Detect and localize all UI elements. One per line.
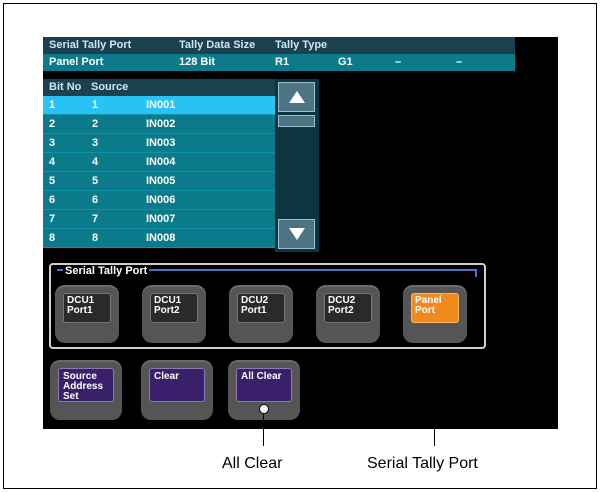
source-number: 1 [92,99,99,111]
bit-number: 6 [49,194,56,206]
tally-type-value-2: G1 [338,56,353,68]
source-name: IN008 [146,232,176,244]
source-number: 2 [92,118,99,130]
button-face: DCU1 Port1 [63,293,111,323]
bit-row-3[interactable]: 3 3 IN003 [43,134,275,153]
button-label: All Clear [241,371,282,382]
bit-row-8[interactable]: 8 8 IN008 [43,229,275,248]
bit-number: 3 [49,137,56,149]
button-label-line1: Panel Port [415,295,442,316]
tally-header-values: Panel Port 128 Bit R1 G1 – – [43,54,515,71]
source-number: 3 [92,137,99,149]
serial-tally-port-leader-line [434,350,435,446]
bit-row-1[interactable]: 1 1 IN001 [43,96,275,115]
clear-button[interactable]: Clear [141,360,213,420]
list-scrollbar [275,79,319,252]
panel-port-button[interactable]: Panel Port [403,285,467,343]
source-number: 6 [92,194,99,206]
tally-type-value-1: R1 [275,56,290,68]
bit-row-5[interactable]: 5 5 IN005 [43,172,275,191]
bit-no-column-label: Bit No [49,81,82,93]
source-number: 5 [92,175,99,187]
bit-row-4[interactable]: 4 4 IN004 [43,153,275,172]
dcu1-port1-button[interactable]: DCU1 Port1 [55,285,119,343]
bit-list: 1 1 IN001 2 2 IN002 3 3 IN003 4 4 IN004 … [43,96,275,248]
button-label-line2: Port2 [154,305,180,316]
tally-type-value-4: – [456,56,463,68]
button-label-line2: Port1 [241,305,267,316]
source-name: IN004 [146,156,176,168]
serial-tally-port-group: Serial Tally Port DCU1 Port1 DCU1 Port2 … [49,263,486,349]
bit-number: 5 [49,175,56,187]
button-face: All Clear [236,368,292,402]
all-clear-callout: All Clear [222,455,283,472]
scroll-thumb[interactable] [278,115,315,127]
tally-type-column-label: Tally Type [275,39,328,51]
source-column-label: Source [91,81,129,93]
dcu2-port1-button[interactable]: DCU2 Port1 [229,285,293,343]
bit-list-header: Bit No Source [43,79,275,96]
tally-type-value-3: – [395,56,402,68]
source-number: 7 [92,213,99,225]
button-label-line2: Port1 [67,305,93,316]
bit-number: 2 [49,118,56,130]
button-face: DCU2 Port1 [237,293,285,323]
bit-number: 7 [49,213,56,225]
group-title: Serial Tally Port [63,265,150,277]
button-face: Source Address Set [58,368,114,402]
dcu1-port2-button[interactable]: DCU1 Port2 [142,285,206,343]
bit-number: 4 [49,156,56,168]
bit-row-6[interactable]: 6 6 IN006 [43,191,275,210]
button-face: Clear [149,368,205,402]
source-name: IN006 [146,194,176,206]
source-name: IN002 [146,118,176,130]
button-label: Clear [154,371,180,382]
source-name: IN003 [146,137,176,149]
serial-tally-port-callout: Serial Tally Port [367,455,478,472]
tally-data-size-column-label: Tally Data Size [179,39,256,51]
up-arrow-icon [289,91,305,103]
source-name: IN005 [146,175,176,187]
all-clear-callout-marker [259,404,269,414]
bit-number: 1 [49,99,56,111]
dcu2-port2-button[interactable]: DCU2 Port2 [316,285,380,343]
source-number: 4 [92,156,99,168]
scroll-down-button[interactable] [278,219,315,249]
button-face: DCU1 Port2 [150,293,198,323]
button-face: DCU2 Port2 [324,293,372,323]
bit-row-7[interactable]: 7 7 IN007 [43,210,275,229]
button-face: Panel Port [411,293,459,323]
source-address-set-button[interactable]: Source Address Set [50,360,122,420]
source-name: IN007 [146,213,176,225]
source-name: IN001 [146,99,176,111]
tally-header-labels: Serial Tally Port Tally Data Size Tally … [43,37,515,54]
tally-settings-screen: Serial Tally Port Tally Data Size Tally … [43,37,558,429]
tally-data-size-value: 128 Bit [179,56,216,68]
bit-number: 8 [49,232,56,244]
serial-tally-port-column-label: Serial Tally Port [49,39,132,51]
bit-row-2[interactable]: 2 2 IN002 [43,115,275,134]
button-label-line3: Set [63,391,79,402]
down-arrow-icon [289,228,305,240]
button-label-line2: Port2 [328,305,354,316]
source-number: 8 [92,232,99,244]
all-clear-leader-line [263,414,264,446]
serial-tally-port-value: Panel Port [49,56,104,68]
scroll-up-button[interactable] [278,82,315,112]
